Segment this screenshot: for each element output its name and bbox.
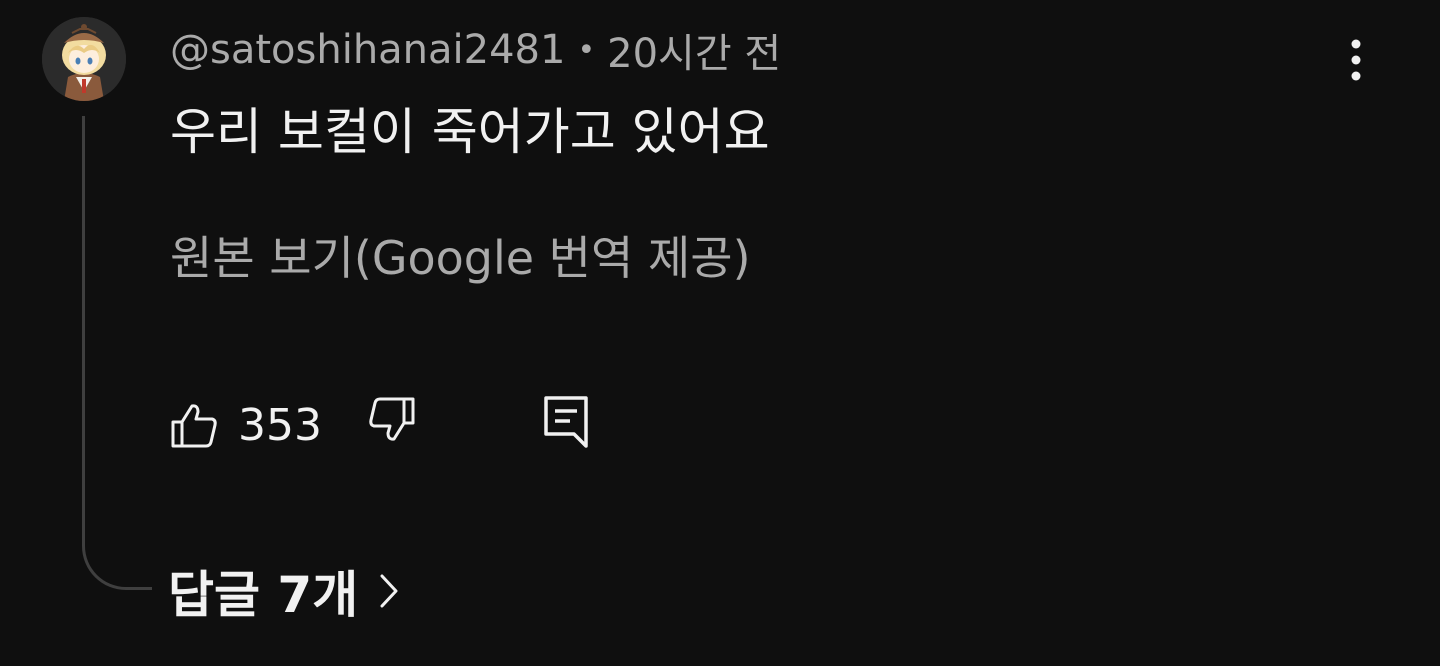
reply-button[interactable] [542, 394, 594, 454]
dislike-button[interactable] [366, 396, 420, 454]
comment-thread: @satoshihanai2481 • 20시간 전 우리 보컬이 죽어가고 있… [0, 0, 1440, 666]
author-handle[interactable]: @satoshihanai2481 [170, 27, 565, 73]
comment-timestamp: 20시간 전 [607, 31, 782, 77]
comment-text: 우리 보컬이 죽어가고 있어요 [170, 103, 770, 161]
view-replies-button[interactable]: 답글 7개 [168, 556, 398, 626]
comment-meta: @satoshihanai2481 • 20시간 전 [170, 22, 781, 78]
thumb-down-icon [369, 397, 415, 441]
more-vert-icon [1351, 39, 1361, 81]
more-options-button[interactable] [1326, 30, 1386, 90]
comment-actions: 353 [170, 390, 650, 460]
thread-connector-line [82, 116, 152, 590]
chevron-right-icon [380, 574, 398, 608]
see-original-link[interactable]: 원본 보기(Google 번역 제공) [170, 226, 751, 290]
like-count: 353 [238, 399, 322, 451]
meta-separator: • [577, 32, 596, 68]
comment-reply-icon [544, 396, 588, 448]
thumb-up-icon [171, 404, 217, 448]
replies-count-label: 답글 7개 [168, 566, 359, 624]
avatar[interactable] [42, 17, 126, 101]
avatar-image [42, 17, 126, 101]
like-button[interactable]: 353 [170, 396, 322, 454]
